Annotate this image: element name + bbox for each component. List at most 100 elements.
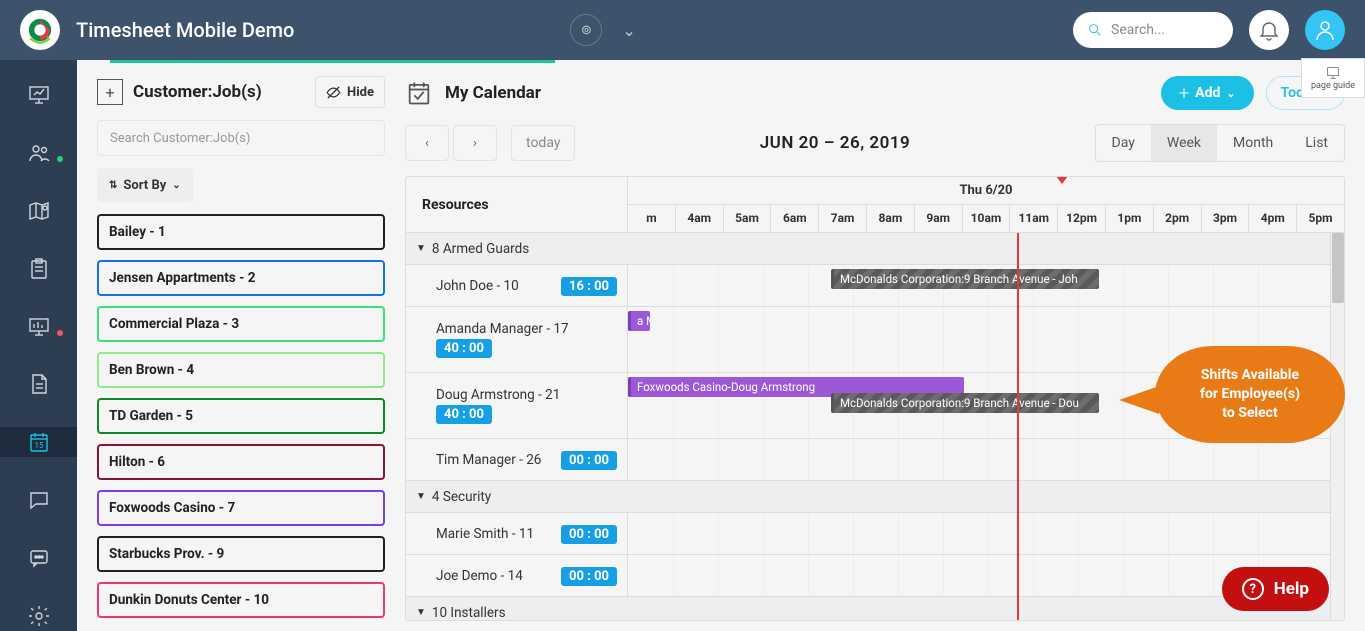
hours-badge: 40 : 00 (436, 339, 492, 358)
schedule-track[interactable] (628, 513, 1344, 554)
customer-item[interactable]: Hilton - 6 (97, 444, 385, 480)
nav-employees[interactable] (0, 138, 77, 168)
resources-header: Resources (406, 177, 628, 232)
hour-header: 1pm (1105, 205, 1153, 232)
hour-header: 10am (962, 205, 1010, 232)
customer-item[interactable]: Bailey - 1 (97, 214, 385, 250)
next-button[interactable]: › (453, 125, 497, 161)
presentation-icon (27, 83, 51, 107)
currency-button[interactable]: ⊚ (570, 14, 602, 46)
add-customer-button[interactable]: + (97, 79, 123, 105)
nav-reports[interactable] (0, 312, 77, 342)
clipboard-icon (27, 257, 51, 281)
employee-row: John Doe - 1016 : 00 McDonalds Corporatio… (406, 265, 1344, 307)
people-icon (27, 141, 51, 165)
nav-timesheets[interactable] (0, 254, 77, 284)
nav-map[interactable] (0, 196, 77, 226)
employee-label: John Doe - 1016 : 00 (406, 265, 628, 306)
customer-item[interactable]: TD Garden - 5 (97, 398, 385, 434)
employee-label: Marie Smith - 1100 : 00 (406, 513, 628, 554)
global-search-input[interactable]: Search... (1073, 12, 1233, 48)
customer-item[interactable]: Foxwoods Casino - 7 (97, 490, 385, 526)
hour-header: 4am (675, 205, 723, 232)
nav-dashboard[interactable] (0, 80, 77, 110)
nav-messages[interactable] (0, 485, 77, 515)
now-marker-icon (1056, 176, 1068, 184)
nav-chat[interactable] (0, 543, 77, 573)
group-header[interactable]: ▼4 Security (406, 481, 1344, 513)
hide-panel-button[interactable]: Hide (315, 76, 385, 108)
view-month[interactable]: Month (1217, 125, 1289, 161)
today-button[interactable]: today (511, 125, 575, 161)
search-icon (1087, 22, 1103, 38)
document-icon (27, 372, 51, 396)
collapse-icon: ▼ (416, 243, 426, 254)
hour-header: 6am (770, 205, 818, 232)
employee-row: Marie Smith - 1100 : 00 (406, 513, 1344, 555)
view-week[interactable]: Week (1151, 125, 1217, 161)
group-header[interactable]: ▼8 Armed Guards (406, 233, 1344, 265)
chat-dots-icon (27, 546, 51, 570)
hour-header: 11am (1009, 205, 1057, 232)
hour-header: 5pm (1296, 205, 1344, 232)
hour-header: 3pm (1201, 205, 1249, 232)
side-panel-title: Customer:Job(s) (133, 82, 305, 102)
calendar-title: My Calendar (445, 83, 1149, 103)
hour-header: 12pm (1057, 205, 1105, 232)
help-button[interactable]: ? Help (1222, 567, 1329, 611)
shift-block[interactable]: a M (628, 311, 650, 331)
page-guide-button[interactable]: page guide (1301, 58, 1365, 98)
customer-item[interactable]: Ben Brown - 4 (97, 352, 385, 388)
customer-item[interactable]: Dunkin Donuts Center - 10 (97, 582, 385, 618)
nav-documents[interactable] (0, 370, 77, 400)
schedule-track[interactable] (628, 439, 1344, 480)
guide-icon (1325, 65, 1341, 81)
hour-header: 5am (723, 205, 771, 232)
app-logo[interactable] (20, 10, 60, 50)
search-customer-input[interactable]: Search Customer:Job(s) (97, 120, 385, 156)
hours-badge: 00 : 00 (561, 567, 617, 586)
view-day[interactable]: Day (1096, 125, 1151, 161)
customer-item[interactable]: Starbucks Prov. - 9 (97, 536, 385, 572)
hour-header: m (628, 205, 675, 232)
now-line (1017, 233, 1019, 620)
employee-label: Doug Armstrong - 2140 : 00 (406, 373, 628, 438)
plus-icon: + (1179, 83, 1189, 104)
employee-label: Tim Manager - 2600 : 00 (406, 439, 628, 480)
prev-button[interactable]: ‹ (405, 125, 449, 161)
date-range: JUN 20 – 26, 2019 (575, 133, 1094, 153)
calendar-icon: 15 (27, 430, 51, 454)
collapse-icon: ▼ (416, 491, 426, 502)
shift-block[interactable]: McDonalds Corporation:9 Branch Avenue - … (831, 269, 1099, 289)
schedule-track[interactable]: McDonalds Corporation:9 Branch Avenue - … (628, 265, 1344, 306)
scroll-thumb[interactable] (1332, 233, 1344, 303)
customer-item[interactable]: Jensen Appartments - 2 (97, 260, 385, 296)
bell-icon (1257, 18, 1281, 42)
employee-row: Joe Demo - 1400 : 00 (406, 555, 1344, 597)
vertical-scrollbar[interactable] (1330, 233, 1344, 620)
shift-block[interactable]: McDonalds Corporation:9 Branch Avenue - … (831, 393, 1099, 413)
group-header[interactable]: ▼10 Installers (406, 597, 1344, 620)
employee-label: Joe Demo - 1400 : 00 (406, 555, 628, 596)
chevron-down-icon[interactable]: ⌄ (622, 21, 635, 40)
map-icon (27, 199, 51, 223)
hour-header: 4pm (1248, 205, 1296, 232)
add-button[interactable]: + Add ⌄ (1161, 76, 1254, 110)
nav-scheduling[interactable]: 15 (0, 427, 77, 457)
customer-item[interactable]: Commercial Plaza - 3 (97, 306, 385, 342)
eye-off-icon (326, 85, 341, 100)
hours-badge: 40 : 00 (436, 405, 492, 424)
svg-text:15: 15 (34, 441, 43, 450)
user-menu-button[interactable] (1305, 10, 1345, 50)
sort-by-button[interactable]: ⇅ Sort By ⌄ (97, 168, 193, 202)
view-list[interactable]: List (1289, 125, 1344, 161)
question-icon: ? (1242, 578, 1264, 600)
employee-label: Amanda Manager - 1740 : 00 (406, 307, 628, 372)
notifications-button[interactable] (1249, 10, 1289, 50)
hour-header: 2pm (1153, 205, 1201, 232)
app-title: Timesheet Mobile Demo (76, 18, 294, 42)
gear-icon (27, 604, 51, 628)
calendar-icon (405, 79, 433, 107)
nav-settings[interactable] (0, 601, 77, 631)
hour-header: 7am (818, 205, 866, 232)
